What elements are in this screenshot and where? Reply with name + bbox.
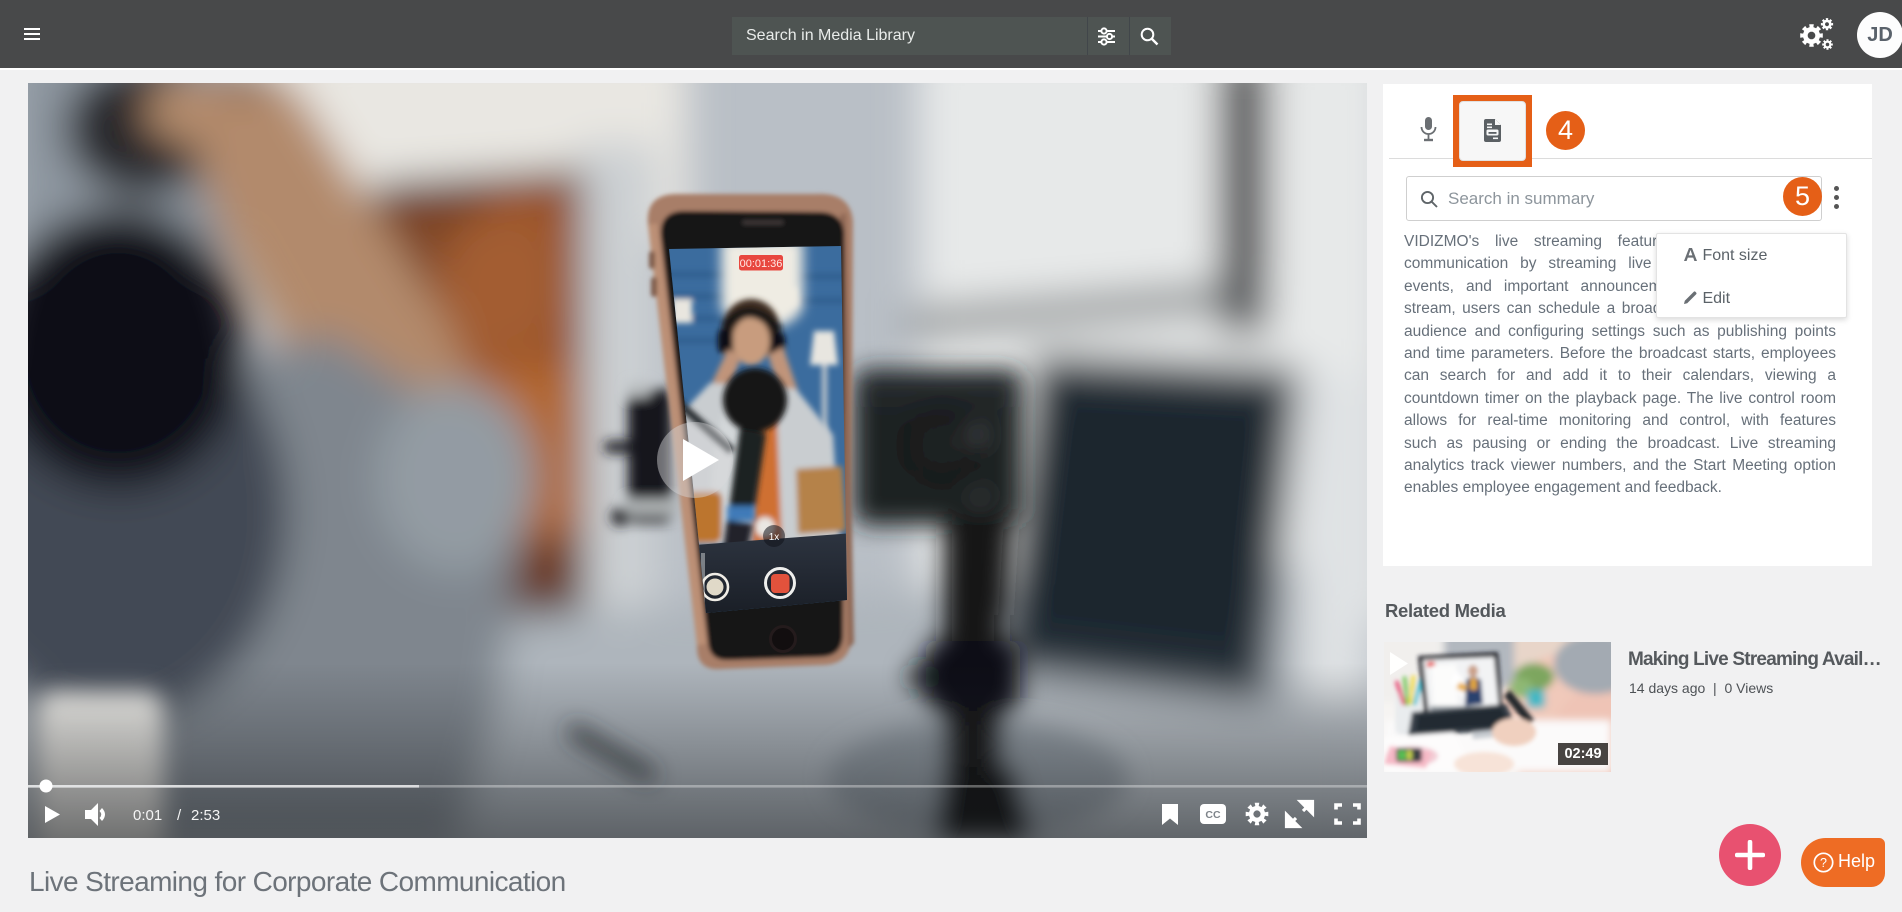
svg-text:CC: CC	[1205, 809, 1221, 821]
svg-text:00:01:36: 00:01:36	[740, 258, 783, 270]
svg-text:1x: 1x	[769, 532, 780, 543]
svg-text:0:01: 0:01	[133, 807, 162, 824]
svg-text:2:53: 2:53	[191, 807, 220, 824]
svg-text:?: ?	[1820, 856, 1827, 870]
